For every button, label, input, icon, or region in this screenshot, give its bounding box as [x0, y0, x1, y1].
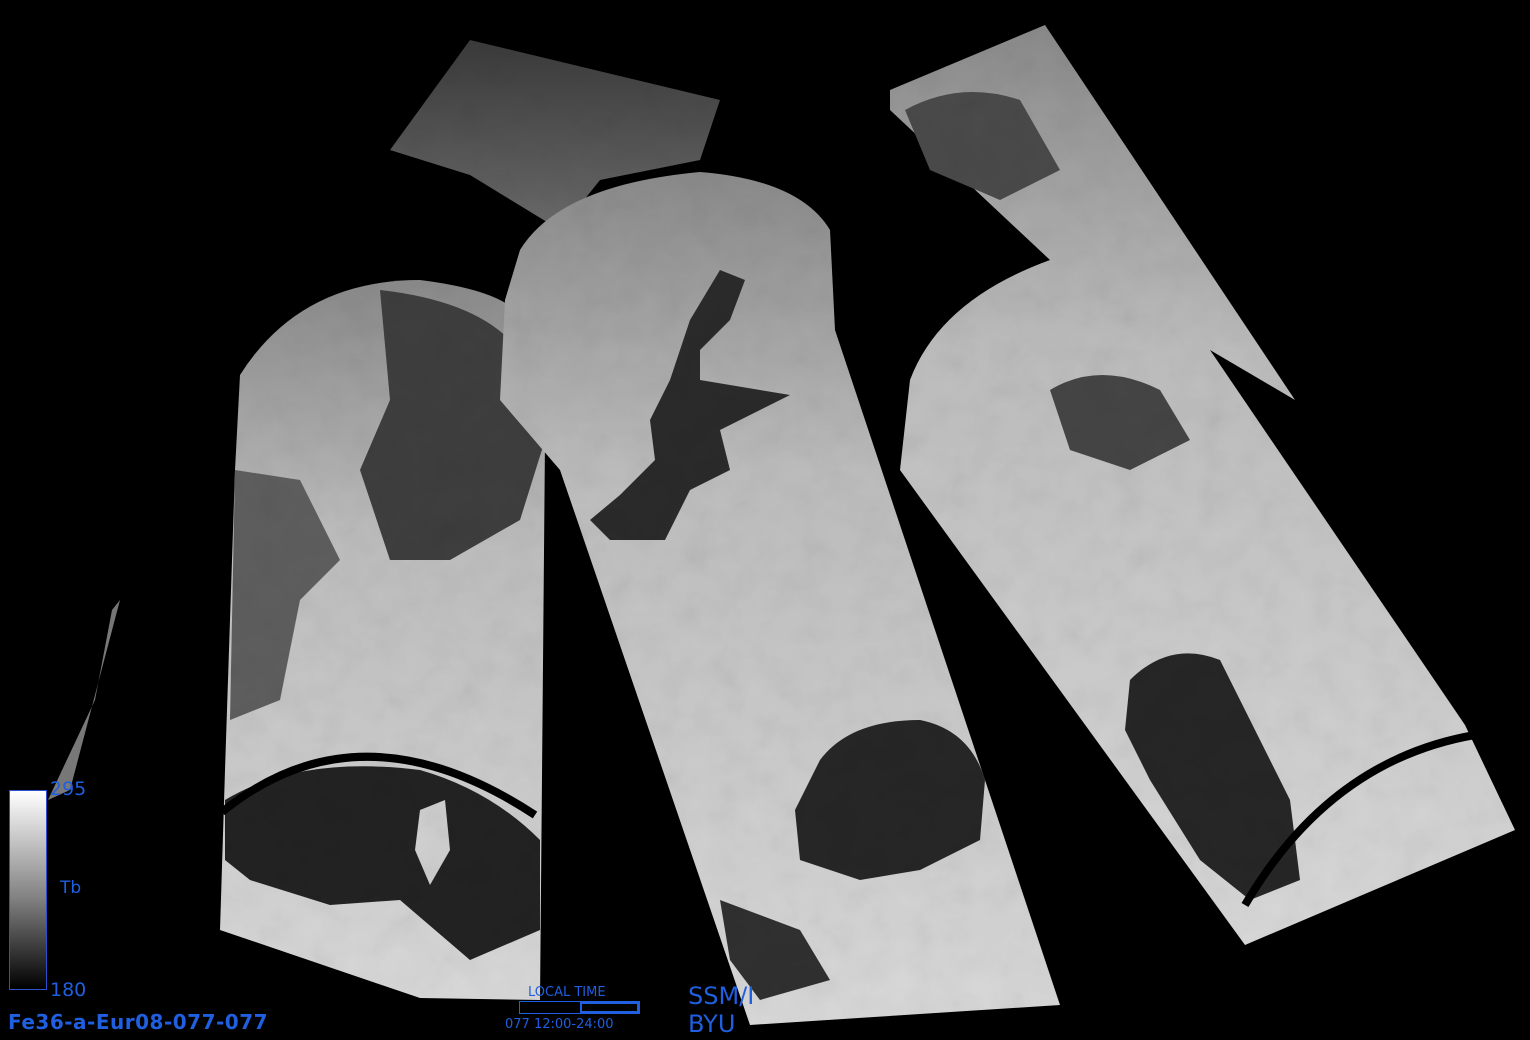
- local-time-bar-fill: [579, 1002, 639, 1013]
- local-time-bar: [519, 1001, 640, 1014]
- local-time-title: LOCAL TIME: [528, 985, 606, 1000]
- colorbar-variable-label: Tb: [60, 878, 82, 898]
- colorbar: [9, 790, 47, 990]
- sensor-label: SSM/I: [688, 982, 755, 1010]
- local-time-range: 077 12:00-24:00: [505, 1017, 614, 1032]
- swath-mosaic-image: [0, 0, 1530, 1040]
- institution-label: BYU: [688, 1010, 736, 1038]
- map-viewer: 295 Tb 180 Fe36-a-Eur08-077-077 LOCAL TI…: [0, 0, 1530, 1040]
- colorbar-max-label: 295: [50, 778, 87, 800]
- image-texture: [0, 0, 1530, 1040]
- product-id-label: Fe36-a-Eur08-077-077: [8, 1010, 269, 1034]
- colorbar-min-label: 180: [50, 979, 87, 1001]
